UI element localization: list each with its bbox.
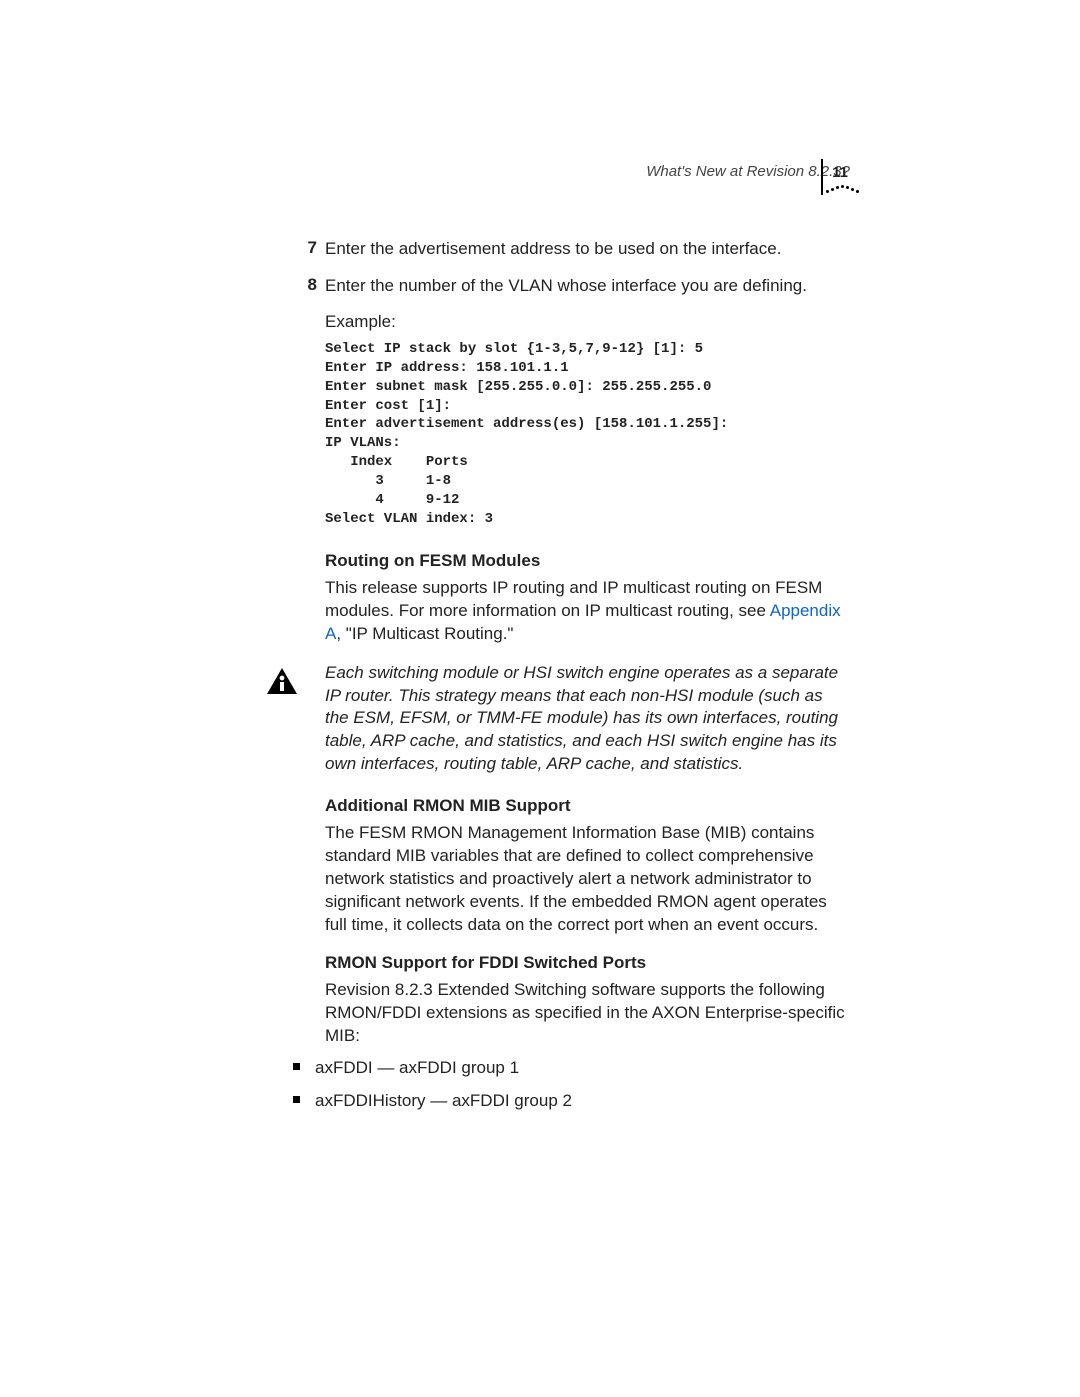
info-triangle-icon bbox=[265, 664, 299, 698]
step-text: Enter the number of the VLAN whose inter… bbox=[325, 275, 807, 298]
section-body-rmon-fddi: Revision 8.2.3 Extended Switching softwa… bbox=[325, 979, 845, 1048]
section-body-routing: This release supports IP routing and IP … bbox=[325, 577, 845, 646]
section-heading-rmon-fddi: RMON Support for FDDI Switched Ports bbox=[325, 953, 845, 973]
list-item: axFDDI — axFDDI group 1 bbox=[293, 1054, 845, 1081]
decorative-dots-icon bbox=[826, 178, 854, 196]
code-block: Select IP stack by slot {1-3,5,7,9-12} [… bbox=[325, 340, 845, 529]
example-label: Example: bbox=[325, 312, 845, 332]
note-text: Each switching module or HSI switch engi… bbox=[325, 662, 845, 777]
section-heading-rmon-mib: Additional RMON MIB Support bbox=[325, 796, 845, 816]
page-header: What's New at Revision 8.2.3? bbox=[646, 163, 850, 180]
section-body-rmon-mib: The FESM RMON Management Information Bas… bbox=[325, 822, 845, 937]
step-number: 7 bbox=[293, 238, 317, 258]
step-number: 8 bbox=[293, 275, 317, 295]
bullet-list: axFDDI — axFDDI group 1 axFDDIHistory — … bbox=[293, 1054, 845, 1114]
body-after-link: , "IP Multicast Routing." bbox=[336, 624, 513, 643]
section-heading-routing: Routing on FESM Modules bbox=[325, 551, 845, 571]
step-7: 7 Enter the advertisement address to be … bbox=[325, 238, 845, 261]
step-text: Enter the advertisement address to be us… bbox=[325, 238, 781, 261]
header-vertical-rule bbox=[821, 159, 823, 195]
body-before-link: This release supports IP routing and IP … bbox=[325, 578, 822, 620]
header-title: What's New at Revision 8.2.3? bbox=[646, 163, 850, 180]
list-item: axFDDIHistory — axFDDI group 2 bbox=[293, 1087, 845, 1114]
step-8: 8 Enter the number of the VLAN whose int… bbox=[325, 275, 845, 298]
note-row: Each switching module or HSI switch engi… bbox=[325, 662, 845, 777]
page: What's New at Revision 8.2.3? 11 7 Enter… bbox=[0, 0, 1080, 1397]
content-area: 7 Enter the advertisement address to be … bbox=[325, 238, 845, 1120]
